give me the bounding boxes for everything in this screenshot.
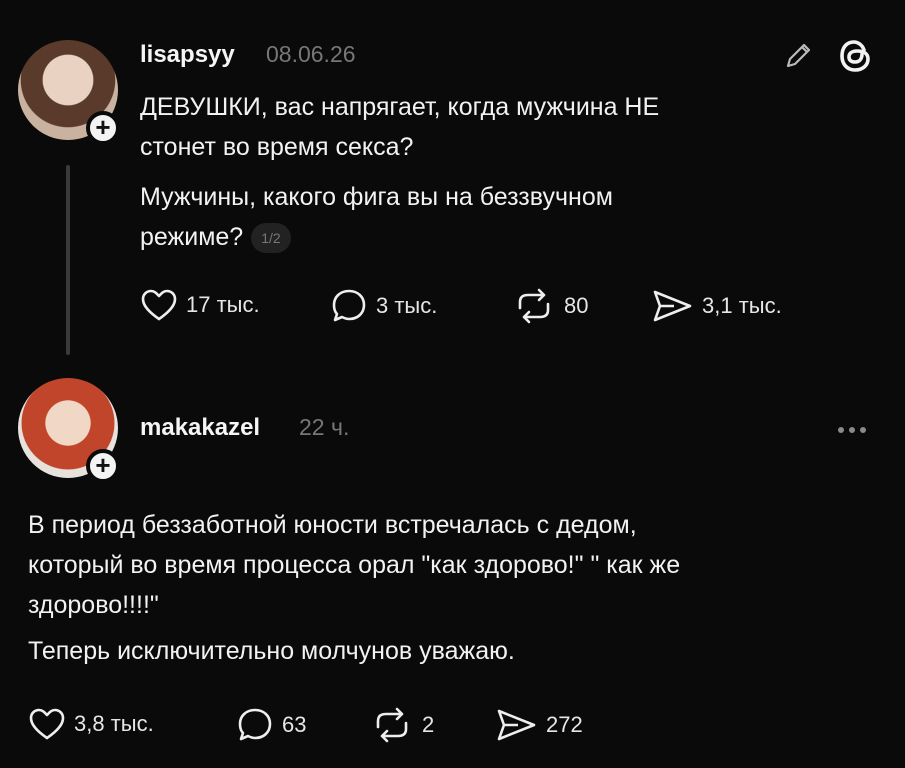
like-count: 17 тыс. [186,292,260,317]
threads-logo-icon[interactable] [836,36,876,81]
share-count: 3,1 тыс. [702,293,782,318]
share-button[interactable]: 272 [494,707,583,743]
reply-text-line: Теперь исключительно молчунов уважаю. [28,637,515,665]
reply-text-line: который во время процесса орал "как здор… [28,551,681,579]
thread-line [66,165,70,355]
page-indicator[interactable]: 1/2 [251,223,291,254]
like-count: 3,8 тыс. [74,711,154,736]
share-button[interactable]: 3,1 тыс. [650,288,782,324]
post-text: ДЕВУШКИ, вас напрягает, когда мужчина НЕ… [140,87,820,257]
repost-button[interactable]: 80 [512,288,588,324]
repost-icon [512,288,556,324]
post-text-line: Мужчины, какого фига вы на беззвучном [140,183,613,211]
share-count: 272 [546,712,583,737]
reply-text: В период беззаботной юности встречалась … [28,505,888,671]
heart-icon [28,707,66,741]
comment-icon [236,707,274,743]
reply-text-line: здорово!!!!" [28,591,159,619]
heart-icon [140,288,178,322]
more-icon[interactable] [838,427,866,433]
plus-icon: + [95,112,111,142]
comment-count: 63 [282,712,307,737]
follow-button[interactable]: + [86,449,120,483]
like-button[interactable]: 17 тыс. [140,288,260,322]
follow-button[interactable]: + [86,111,120,145]
reply-time: 22 ч. [299,414,350,440]
repost-count: 80 [564,293,589,318]
post-username[interactable]: lisapsyy [140,41,235,69]
repost-button[interactable]: 2 [370,707,434,743]
post-text-line: ДЕВУШКИ, вас напрягает, когда мужчина НЕ [140,93,660,121]
plus-icon: + [95,450,111,480]
reply-text-line: В период беззаботной юности встречалась … [28,511,637,539]
post-date: 08.06.26 [266,41,356,67]
reply-username[interactable]: makakazel [140,414,260,442]
comment-count: 3 тыс. [376,293,438,318]
post-text-line: стонет во время секса? [140,133,414,161]
post-text-line-last: режиме? 1/2 [140,217,820,257]
like-button[interactable]: 3,8 тыс. [28,707,154,741]
post-text-line: режиме? [140,223,244,251]
share-icon [494,707,538,743]
comment-button[interactable]: 3 тыс. [330,288,437,324]
repost-count: 2 [422,712,435,737]
repost-icon [370,707,414,743]
comment-icon [330,288,368,324]
share-icon [650,288,694,324]
comment-button[interactable]: 63 [236,707,306,743]
edit-icon[interactable] [780,38,816,79]
